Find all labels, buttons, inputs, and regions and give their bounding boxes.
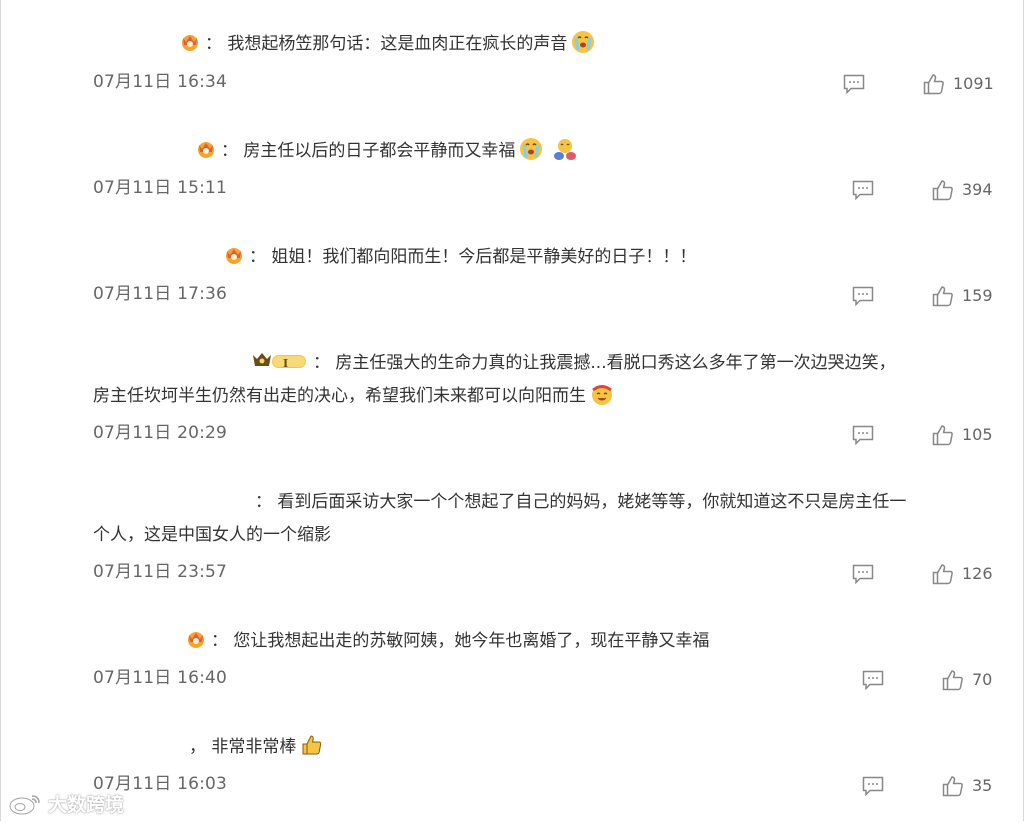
like-count: 35 [972, 776, 993, 795]
like-count: 126 [962, 564, 993, 583]
comment-text-cont: 个人，这是中国女人的一个缩影 [93, 525, 331, 545]
like-button[interactable]: 1091 [923, 73, 994, 95]
comment-text: ： 您让我想起出走的苏敏阿姨，她今年也离婚了，现在平静又幸福 [211, 631, 710, 651]
like-count: 394 [962, 180, 993, 199]
weibo-logo-icon [9, 794, 40, 814]
comment-text: ： 姐姐！我们都向阳而生！今后都是平静美好的日子！！！ [249, 247, 697, 267]
reply-icon[interactable] [843, 74, 865, 94]
thumbs-up-icon [923, 74, 944, 95]
thumbs-up-icon [942, 776, 963, 797]
cheer-face-icon [590, 382, 614, 406]
comment-time: 07月11日 15:11 [93, 178, 228, 198]
reply-icon[interactable] [852, 564, 874, 584]
comment-text: ， 非常非常棒 [189, 737, 297, 757]
comment-time: 07月11日 16:40 [93, 668, 228, 688]
thumbs-up-icon [932, 425, 953, 446]
like-button[interactable]: 394 [932, 179, 993, 201]
like-count: 105 [962, 425, 993, 444]
vip-level: I [283, 357, 289, 370]
crying-face-icon [571, 30, 595, 54]
watermark-text: 大数跨境 [48, 794, 125, 816]
comment-text: ： 房主任以后的日子都会平静而又幸福 [221, 141, 516, 161]
comment-text-cont: 房主任坎坷半生仍然有出走的决心，希望我们未来都可以向阳而生 [93, 386, 586, 406]
watermark: 大数跨境 [8, 790, 124, 817]
reply-icon[interactable] [852, 286, 874, 306]
comment-time: 07月11日 17:36 [93, 284, 228, 304]
comment-time: 07月11日 23:57 [93, 562, 228, 582]
crying-face-icon [519, 137, 543, 161]
like-count: 70 [972, 670, 993, 689]
comment-panel: ： 我想起杨笠那句话：这是血肉正在疯长的声音 07月11日 16:34 1091… [0, 0, 1024, 821]
comment-text: ： 看到后面采访大家一个个想起了自己的妈妈，姥姥等等，你就知道这不只是房主任一 [255, 492, 907, 512]
thumbs-up-icon [942, 670, 963, 691]
thumbs-up-icon [932, 180, 953, 201]
like-button[interactable]: 105 [932, 424, 993, 446]
crown-badge-icon [195, 139, 217, 159]
crown-badge-icon [179, 32, 201, 52]
like-count: 1091 [953, 74, 994, 93]
crown-badge-icon [185, 629, 207, 649]
like-button[interactable]: 70 [942, 669, 992, 691]
comment-time: 07月11日 16:34 [93, 72, 228, 92]
vip-badge-icon: I [251, 351, 309, 371]
comment-text: ： 我想起杨笠那句话：这是血肉正在疯长的声音 [205, 34, 568, 54]
comment-time: 07月11日 20:29 [93, 423, 228, 443]
thumbs-up-icon [932, 564, 953, 585]
reply-icon[interactable] [862, 776, 884, 796]
reply-icon[interactable] [852, 180, 874, 200]
like-count: 159 [962, 286, 993, 305]
crown-badge-icon [223, 245, 245, 265]
thumbs-up-emoji-icon [300, 733, 324, 757]
like-button[interactable]: 35 [942, 775, 992, 797]
comment-text: ： 房主任强大的生命力真的让我震撼...看脱口秀这么多年了第一次边哭边笑， [313, 353, 896, 373]
hug-face-icon [553, 137, 577, 161]
like-button[interactable]: 126 [932, 563, 993, 585]
like-button[interactable]: 159 [932, 285, 993, 307]
thumbs-up-icon [932, 286, 953, 307]
reply-icon[interactable] [852, 425, 874, 445]
reply-icon[interactable] [862, 670, 884, 690]
